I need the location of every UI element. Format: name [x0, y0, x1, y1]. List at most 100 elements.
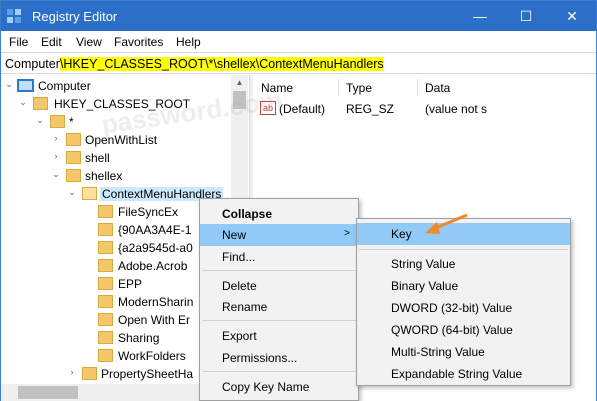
tree-item-child[interactable]: ModernSharin: [1, 293, 231, 311]
collapse-chevron-icon[interactable]: ⌄: [51, 169, 61, 180]
tree-item-label: PropertySheetHa: [101, 367, 194, 381]
column-header-type[interactable]: Type: [346, 81, 372, 95]
folder-icon: [98, 259, 113, 272]
menu-item-label: Multi-String Value: [391, 345, 485, 359]
menu-separator: [202, 320, 356, 321]
menu-separator: [202, 371, 356, 372]
address-highlighted-path: \HKEY_CLASSES_ROOT\*\shellex\ContextMenu…: [59, 57, 384, 71]
menu-item-new[interactable]: New >: [200, 224, 358, 246]
submenu-item-string-value[interactable]: String Value: [357, 253, 570, 275]
tree-item-label: Adobe.Acrob: [118, 259, 188, 273]
address-bar[interactable]: Computer\HKEY_CLASSES_ROOT\*\shellex\Con…: [1, 52, 596, 74]
menu-file[interactable]: File: [9, 35, 28, 49]
collapse-chevron-icon[interactable]: ⌄: [67, 187, 77, 198]
tree-item-shellex[interactable]: ⌄ shellex: [1, 167, 231, 185]
collapse-chevron-icon[interactable]: ⌄: [18, 97, 28, 108]
column-divider[interactable]: [417, 79, 418, 96]
tree-item-child[interactable]: {a2a9545d-a0: [1, 239, 231, 257]
column-header-data[interactable]: Data: [425, 81, 450, 95]
folder-icon: [98, 295, 113, 308]
submenu-item-multi-string-value[interactable]: Multi-String Value: [357, 341, 570, 363]
menu-help[interactable]: Help: [176, 35, 201, 49]
folder-icon: [66, 151, 81, 164]
tree-item-contextmenuhandlers[interactable]: ⌄ ContextMenuHandlers: [1, 185, 231, 203]
folder-icon: [82, 367, 97, 380]
menu-item-rename[interactable]: Rename: [200, 296, 358, 318]
menu-item-copy-key-name[interactable]: Copy Key Name: [200, 376, 358, 398]
menu-item-label: New: [222, 228, 247, 242]
folder-icon: [98, 313, 113, 326]
folder-icon: [98, 331, 113, 344]
menu-edit[interactable]: Edit: [41, 35, 62, 49]
folder-icon: [50, 115, 65, 128]
tree-item-label: {90AA3A4E-1: [118, 223, 192, 237]
folder-icon: [98, 223, 113, 236]
menu-item-label: Delete: [222, 279, 257, 293]
menu-item-label: Expandable String Value: [391, 367, 523, 381]
menu-item-label: String Value: [391, 257, 456, 271]
menu-item-label: Find...: [222, 250, 256, 264]
tree-item-computer[interactable]: ⌄ Computer: [1, 77, 231, 95]
tree-item-child[interactable]: EPP: [1, 275, 231, 293]
window-title: Registry Editor: [32, 9, 118, 24]
tree-item-label: {a2a9545d-a0: [118, 241, 193, 255]
tree-item-label: shellex: [85, 169, 123, 183]
expand-chevron-icon[interactable]: ›: [51, 151, 61, 161]
expand-chevron-icon[interactable]: ›: [67, 367, 77, 377]
tree-item-child[interactable]: {90AA3A4E-1: [1, 221, 231, 239]
menu-item-export[interactable]: Export: [200, 325, 358, 347]
collapse-chevron-icon[interactable]: ⌄: [4, 79, 14, 90]
folder-icon: [66, 133, 81, 146]
tree-item-child[interactable]: Adobe.Acrob: [1, 257, 231, 275]
menu-item-permissions[interactable]: Permissions...: [200, 347, 358, 369]
tree-item-label: Sharing: [118, 331, 160, 345]
folder-icon: [66, 169, 81, 182]
registry-editor-window: Registry Editor — ☐ ✕ File Edit View Fav…: [0, 0, 597, 401]
menu-item-label: QWORD (64-bit) Value: [391, 323, 513, 337]
tree-item-propertysheethandlers[interactable]: › PropertySheetHa: [1, 365, 231, 383]
address-prefix: Computer: [5, 57, 60, 71]
context-menu: Collapse New > Find... Delete Rename Expo…: [199, 198, 359, 401]
menu-view[interactable]: View: [76, 35, 102, 49]
address-path[interactable]: Computer\HKEY_CLASSES_ROOT\*\shellex\Con…: [5, 57, 384, 71]
maximize-button[interactable]: ☐: [503, 1, 549, 31]
menu-item-label: Collapse: [222, 207, 273, 221]
menu-item-label: Key: [391, 227, 412, 241]
tree-item-child[interactable]: Open With Er: [1, 311, 231, 329]
tree-item-label: WorkFolders: [118, 349, 186, 363]
tree-item-child[interactable]: WorkFolders: [1, 347, 231, 365]
menu-item-label: Binary Value: [391, 279, 459, 293]
value-type[interactable]: REG_SZ: [346, 102, 394, 116]
folder-icon: [98, 349, 113, 362]
orange-arrow-icon: [425, 213, 468, 234]
menu-item-find[interactable]: Find...: [200, 246, 358, 268]
menu-favorites[interactable]: Favorites: [114, 35, 163, 49]
title-bar: Registry Editor — ☐ ✕: [1, 1, 596, 31]
value-name[interactable]: (Default): [279, 102, 325, 116]
collapse-chevron-icon[interactable]: ⌄: [35, 115, 45, 126]
scroll-thumb[interactable]: [18, 386, 78, 399]
close-button[interactable]: ✕: [549, 1, 595, 31]
submenu-item-expandable-string-value[interactable]: Expandable String Value: [357, 363, 570, 385]
menu-item-delete[interactable]: Delete: [200, 275, 358, 297]
tree-item-label: FileSyncEx: [118, 205, 179, 219]
registry-icon: [7, 9, 21, 23]
tree-item-label: EPP: [118, 277, 143, 291]
menu-item-collapse[interactable]: Collapse: [200, 203, 358, 225]
tree-item-child[interactable]: FileSyncEx: [1, 203, 231, 221]
submenu-item-binary-value[interactable]: Binary Value: [357, 275, 570, 297]
minimize-button[interactable]: —: [457, 1, 503, 31]
tree-item-label: Computer: [38, 79, 91, 93]
computer-icon: [17, 79, 34, 92]
submenu-item-qword-value[interactable]: QWORD (64-bit) Value: [357, 319, 570, 341]
value-data[interactable]: (value not s: [425, 102, 487, 116]
submenu-item-dword-value[interactable]: DWORD (32-bit) Value: [357, 297, 570, 319]
tree-item-label: Open With Er: [118, 313, 191, 327]
tree-item-label: *: [69, 115, 74, 129]
expand-chevron-icon[interactable]: ›: [51, 133, 61, 143]
tree-horizontal-scrollbar[interactable]: [1, 384, 231, 401]
tree-item-shell[interactable]: › shell: [1, 149, 231, 167]
menu-item-label: Export: [222, 329, 257, 343]
tree-item-child[interactable]: Sharing: [1, 329, 231, 347]
column-divider[interactable]: [338, 79, 339, 96]
